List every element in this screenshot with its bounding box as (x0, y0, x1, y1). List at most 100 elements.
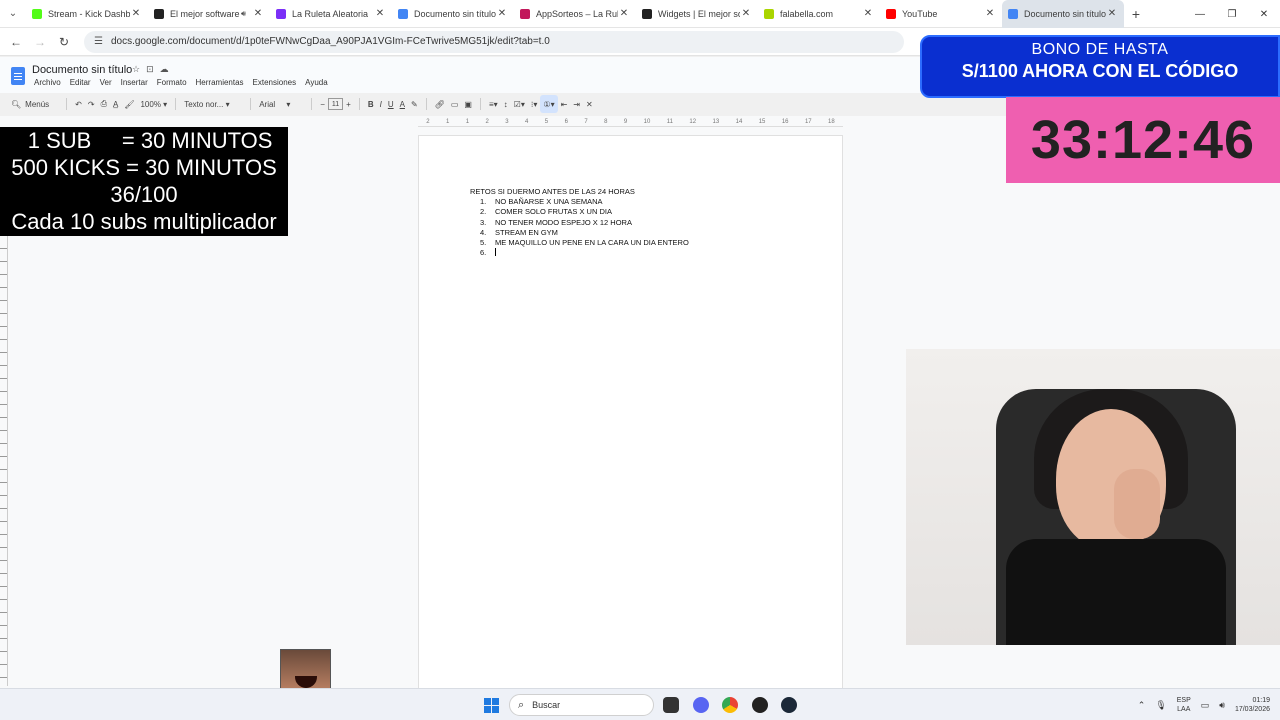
align-icon[interactable]: ≡▾ (486, 95, 501, 113)
menu-ver[interactable]: Ver (100, 78, 112, 87)
vertical-ruler[interactable] (0, 236, 8, 686)
tab-search-icon[interactable]: ⌄ (0, 0, 26, 28)
menu-ayuda[interactable]: Ayuda (305, 78, 328, 87)
tab-close-icon[interactable]: ✕ (984, 8, 996, 19)
menu-insertar[interactable]: Insertar (121, 78, 148, 87)
increase-font-icon[interactable]: + (343, 95, 354, 113)
back-icon[interactable]: ← (4, 35, 28, 49)
document-heading[interactable]: RETOS SI DUERMO ANTES DE LAS 24 HORAS (470, 187, 635, 196)
discord-icon[interactable] (693, 697, 709, 713)
windows-start-icon[interactable] (484, 698, 499, 713)
browser-tab[interactable]: El mejor software 🔊︎ ✕ (148, 0, 270, 28)
menu-formato[interactable]: Formato (157, 78, 187, 87)
new-tab-button[interactable]: + (1124, 6, 1148, 22)
tab-close-icon[interactable]: ✕ (618, 8, 630, 19)
tab-close-icon[interactable]: ✕ (1106, 8, 1118, 19)
zoom-select[interactable]: 100% ▾ (137, 95, 170, 113)
menus-search[interactable]: 🔍︎ Menús (8, 95, 52, 113)
browser-tab[interactable]: falabella.com ✕ (758, 0, 880, 28)
restore-icon[interactable]: ❐ (1216, 0, 1248, 28)
font-size-input[interactable]: 11 (327, 98, 344, 110)
menu-herramientas[interactable]: Herramientas (196, 78, 244, 87)
site-info-icon[interactable]: ☰ (94, 36, 103, 47)
horizontal-ruler[interactable]: 2 1 1 2 3 4 5 6 7 8 9 10 11 12 13 14 15 16 17 18 (418, 117, 843, 127)
tab-close-icon[interactable]: ✕ (130, 8, 142, 19)
divider (479, 98, 481, 110)
numbered-list: 1. NO BAÑARSE X UNA SEMANA 2. COMER SOLO FR… (480, 197, 689, 259)
tab-close-icon[interactable]: ✕ (862, 8, 874, 19)
underline-icon[interactable]: U (385, 95, 397, 113)
list-item[interactable]: 6. (480, 248, 689, 258)
browser-tab[interactable]: La Ruleta Aleatoria ✕ (270, 0, 392, 28)
steam-icon[interactable] (781, 697, 797, 713)
browser-tab[interactable]: AppSorteos – La Rul ✕ (514, 0, 636, 28)
numbered-list-icon[interactable]: ①▾ (540, 95, 558, 113)
menu-editar[interactable]: Editar (70, 78, 91, 87)
tab-audio-icon[interactable]: 🔊︎ (241, 9, 246, 19)
list-item[interactable]: 4. STREAM EN GYM (480, 228, 689, 238)
tab-close-icon[interactable]: ✕ (740, 8, 752, 19)
bulleted-list-icon[interactable]: ⁝▾ (528, 95, 541, 113)
microphone-icon[interactable]: 🎙︎ (1155, 700, 1166, 711)
text-color-icon[interactable]: A (397, 95, 408, 113)
link-icon[interactable]: 🔗︎ (432, 95, 448, 113)
tab-title: El mejor software (170, 8, 240, 19)
italic-icon[interactable]: I (377, 95, 385, 113)
increase-indent-icon[interactable]: ⇥ (570, 95, 583, 113)
streamer-hand (1114, 469, 1160, 539)
minimize-icon[interactable]: — (1184, 0, 1216, 28)
volume-icon[interactable]: 🔊︎ (1219, 700, 1225, 711)
paint-format-icon[interactable]: 🖌︎ (121, 95, 137, 113)
list-item[interactable]: 5. ME MAQUILLO UN PENE EN LA CARA UN DIA … (480, 238, 689, 248)
tab-title: YouTube (902, 8, 938, 19)
forward-icon[interactable]: → (28, 35, 52, 49)
task-view-icon[interactable] (663, 697, 679, 713)
taskbar-search-input[interactable]: ⌕ Buscar (509, 694, 654, 716)
clear-formatting-icon[interactable]: ✕ (583, 95, 596, 113)
image-icon[interactable]: ▣ (461, 95, 475, 113)
redo-icon[interactable]: ↷ (85, 95, 98, 113)
browser-tab[interactable]: Documento sin título ✕ (392, 0, 514, 28)
star-icon[interactable]: ☆ (132, 64, 140, 75)
tab-close-icon[interactable]: ✕ (252, 8, 264, 19)
obs-icon[interactable] (752, 697, 768, 713)
decrease-font-icon[interactable]: − (317, 95, 328, 113)
comment-icon[interactable]: ▭ (448, 95, 462, 113)
checklist-icon[interactable]: ☑▾ (511, 95, 528, 113)
highlight-icon[interactable]: ✎ (408, 95, 421, 113)
list-item[interactable]: 3. NO TENER MODO ESPEJO X 12 HORA (480, 218, 689, 228)
chrome-icon[interactable] (722, 697, 738, 713)
language-indicator[interactable]: ESP LAA (1177, 696, 1191, 714)
tab-close-icon[interactable]: ✕ (374, 8, 386, 19)
reload-icon[interactable]: ↻ (52, 35, 76, 49)
divider (358, 98, 360, 110)
taskbar-clock[interactable]: 01:19 17/03/2026 (1235, 696, 1270, 714)
style-select[interactable]: Texto nor... ▾ (181, 95, 245, 113)
divider (66, 98, 68, 110)
move-folder-icon[interactable]: ⊡ (146, 64, 154, 75)
document-title[interactable]: Documento sin título (32, 64, 132, 76)
undo-icon[interactable]: ↶ (72, 95, 85, 113)
close-window-icon[interactable]: ✕ (1248, 0, 1280, 28)
print-icon[interactable]: ⎙ (98, 95, 110, 113)
chevron-up-icon[interactable]: ⌃ (1138, 700, 1146, 711)
browser-tab[interactable]: Documento sin título ✕ (1002, 0, 1124, 28)
docs-logo-icon[interactable] (11, 67, 25, 85)
browser-tab[interactable]: Stream - Kick Dashbo ✕ (26, 0, 148, 28)
menu-archivo[interactable]: Archivo (34, 78, 61, 87)
line-spacing-icon[interactable]: ↕ (501, 95, 511, 113)
font-select[interactable]: Arial ▾ (256, 95, 306, 113)
subathon-timer: 33:12:46 (1006, 97, 1280, 183)
browser-tab[interactable]: Widgets | El mejor so ✕ (636, 0, 758, 28)
bold-icon[interactable]: B (365, 95, 377, 113)
list-item[interactable]: 2. COMER SOLO FRUTAS X UN DIA (480, 207, 689, 217)
spellcheck-icon[interactable]: A̲ (110, 95, 121, 113)
network-icon[interactable]: ▭ (1201, 700, 1210, 711)
list-item[interactable]: 1. NO BAÑARSE X UNA SEMANA (480, 197, 689, 207)
menu-extensiones[interactable]: Extensiones (253, 78, 297, 87)
cloud-status-icon[interactable]: ☁ (160, 64, 169, 75)
decrease-indent-icon[interactable]: ⇤ (558, 95, 571, 113)
tab-close-icon[interactable]: ✕ (496, 8, 508, 19)
url-input[interactable]: ☰ docs.google.com/document/d/1p0teFWNwCg… (84, 30, 904, 53)
browser-tab[interactable]: YouTube ✕ (880, 0, 1002, 28)
